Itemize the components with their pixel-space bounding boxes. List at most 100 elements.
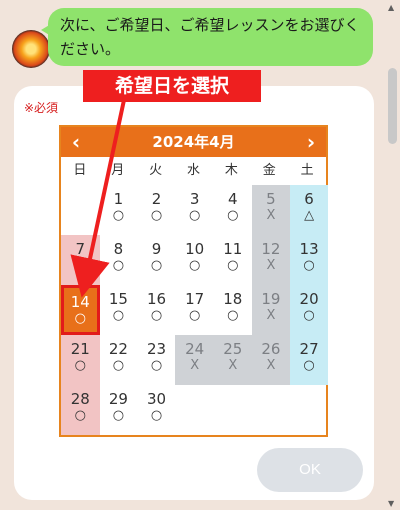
day-availability: ○ xyxy=(150,358,163,373)
day-number: 14 xyxy=(70,293,90,311)
day-number: 30 xyxy=(146,390,167,408)
ok-button[interactable]: OK xyxy=(257,448,363,492)
scroll-thumb[interactable] xyxy=(388,68,397,144)
calendar-grid: 1 ○ 2 ○ 3 ○ 4 ○ 5 X 6 △ 7 △ 8 ○ 9 ○ 10 ○ 11 ○ 12 X 13 ○ 14 ○ 15 ○ 16 ○ 1… xyxy=(61,185,329,435)
day-number: 13 xyxy=(299,240,319,258)
day-number: 2 xyxy=(151,190,162,208)
calendar-month-title: 2024年4月 xyxy=(152,133,235,151)
calendar-day: 5X xyxy=(251,185,291,235)
day-availability: ○ xyxy=(74,311,86,326)
chevron-left-icon[interactable]: ‹ xyxy=(61,127,91,157)
calendar-day[interactable]: 7 △ xyxy=(61,235,100,285)
day-number: 23 xyxy=(146,340,167,358)
day-number: 22 xyxy=(108,340,128,358)
day-availability: ○ xyxy=(112,308,125,323)
day-availability: △ xyxy=(304,208,315,223)
day-availability: ○ xyxy=(112,408,125,423)
day-availability: ○ xyxy=(188,208,201,223)
calendar-header: ‹ 2024年4月 › xyxy=(61,127,326,157)
day-availability: ○ xyxy=(150,308,163,323)
calendar-day: 24 X xyxy=(175,335,214,385)
day-number: 24 xyxy=(185,340,205,358)
day-number: 18 xyxy=(223,290,243,308)
day-number: 25 xyxy=(223,340,243,358)
day-number: 12 xyxy=(261,240,281,258)
day-number: 19 xyxy=(261,290,281,308)
calendar-day[interactable]: 4 ○ xyxy=(214,185,253,235)
calendar-day[interactable]: 28 ○ xyxy=(61,385,100,435)
calendar-day[interactable]: 27 ○ xyxy=(289,335,329,385)
calendar-day[interactable]: 9 ○ xyxy=(137,235,176,285)
chat-message: 次に、ご希望日、ご希望レッスンをお選びください。 xyxy=(41,8,373,66)
calendar-day[interactable]: 21 ○ xyxy=(61,335,100,385)
calendar-day[interactable]: 20 ○ xyxy=(289,285,329,335)
day-number: 21 xyxy=(70,340,90,358)
weekday-sat: 土 xyxy=(300,163,314,178)
day-availability: ○ xyxy=(112,358,125,373)
calendar-day[interactable]: 6 △ xyxy=(289,185,329,235)
calendar-day[interactable]: 18 ○ xyxy=(214,285,253,335)
day-number: 1 xyxy=(113,190,124,208)
day-availability: ○ xyxy=(112,258,125,273)
weekday-wed: 水 xyxy=(187,163,201,178)
day-number: 5 xyxy=(266,190,276,208)
day-availability: ○ xyxy=(227,208,239,223)
calendar-day[interactable]: 17 ○ xyxy=(175,285,214,335)
day-availability: ○ xyxy=(303,308,315,323)
calendar-day-selected[interactable]: 14 ○ xyxy=(61,285,100,335)
day-number: 16 xyxy=(146,290,167,308)
day-availability: X xyxy=(266,258,276,273)
day-availability: ○ xyxy=(74,408,86,423)
calendar-day[interactable]: 16 ○ xyxy=(137,285,176,335)
day-availability: ○ xyxy=(188,308,201,323)
day-availability: ○ xyxy=(112,208,125,223)
day-availability: ○ xyxy=(150,408,163,423)
calendar-day[interactable]: 11 ○ xyxy=(214,235,253,285)
weekday-thu: 木 xyxy=(224,163,238,178)
day-availability: △ xyxy=(75,258,86,273)
day-availability: ○ xyxy=(74,358,86,373)
day-number: 29 xyxy=(108,390,128,408)
weekday-sun: 日 xyxy=(73,163,87,178)
day-number: 7 xyxy=(75,240,86,258)
scroll-up-icon[interactable]: ▲ xyxy=(388,3,394,12)
scroll-down-icon[interactable]: ▼ xyxy=(388,499,394,508)
day-number: 4 xyxy=(228,190,238,208)
day-number: 9 xyxy=(151,240,162,258)
day-number: 10 xyxy=(185,240,205,258)
calendar-day[interactable]: 22 ○ xyxy=(99,335,138,385)
day-number: 15 xyxy=(108,290,128,308)
day-availability: ○ xyxy=(227,308,239,323)
day-number: 28 xyxy=(70,390,90,408)
calendar-day[interactable]: 23 ○ xyxy=(137,335,176,385)
day-availability: ○ xyxy=(188,258,201,273)
day-availability: ○ xyxy=(150,208,163,223)
day-number: 26 xyxy=(261,340,281,358)
calendar-day[interactable]: 30 ○ xyxy=(137,385,176,435)
required-label: ※必須 xyxy=(24,101,59,115)
calendar-day: 12 X xyxy=(251,235,291,285)
calendar-day[interactable]: 15 ○ xyxy=(99,285,138,335)
day-number: 3 xyxy=(189,190,200,208)
calendar-day[interactable]: 1 ○ xyxy=(99,185,138,235)
chevron-right-icon[interactable]: › xyxy=(296,127,326,157)
calendar-day[interactable]: 3 ○ xyxy=(175,185,214,235)
day-availability: ○ xyxy=(303,258,315,273)
calendar-day[interactable]: 13 ○ xyxy=(289,235,329,285)
day-availability: ○ xyxy=(150,258,163,273)
calendar-day[interactable]: 29 ○ xyxy=(99,385,138,435)
day-number: 8 xyxy=(113,240,124,258)
calendar-day[interactable]: 2 ○ xyxy=(137,185,176,235)
scrollbar[interactable]: ▲ ▼ xyxy=(384,0,400,510)
day-availability: ○ xyxy=(303,358,315,373)
day-number: 17 xyxy=(185,290,205,308)
calendar-day[interactable]: 10 ○ xyxy=(175,235,214,285)
day-availability: X xyxy=(190,358,200,373)
calendar-day[interactable]: 8 ○ xyxy=(99,235,138,285)
day-number: 11 xyxy=(223,240,243,258)
day-availability: X xyxy=(266,358,276,373)
weekday-mon: 月 xyxy=(111,163,125,178)
calendar-day: 19 X xyxy=(251,285,291,335)
weekday-header: 日 月 火 水 木 金 土 xyxy=(61,157,326,185)
day-availability: ○ xyxy=(227,258,239,273)
